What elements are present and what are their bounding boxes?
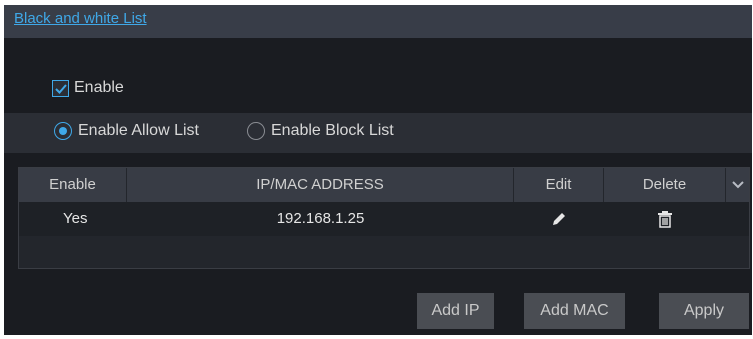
add-mac-button[interactable]: Add MAC <box>524 293 625 329</box>
allow-list-label: Enable Allow List <box>78 122 199 139</box>
allow-list-option[interactable]: Enable Allow List <box>54 122 199 140</box>
header-edit: Edit <box>514 168 604 202</box>
table-row[interactable]: Yes 192.168.1.25 <box>19 202 749 236</box>
edit-cell <box>514 202 604 236</box>
check-icon <box>55 83 67 94</box>
delete-cell <box>604 202 726 236</box>
table-header: Enable IP/MAC ADDRESS Edit Delete <box>19 168 749 202</box>
block-list-radio[interactable] <box>247 122 265 140</box>
block-list-option[interactable]: Enable Block List <box>247 122 394 140</box>
trash-icon[interactable] <box>657 202 673 236</box>
add-ip-button[interactable]: Add IP <box>417 293 494 329</box>
enable-row: Enable <box>52 77 124 99</box>
block-list-label: Enable Block List <box>271 122 394 139</box>
header-delete: Delete <box>604 168 726 202</box>
black-white-list-panel: Black and white List Enable Enable Allow… <box>4 5 752 335</box>
row-address-value: 192.168.1.25 <box>276 210 365 227</box>
pencil-icon[interactable] <box>550 202 568 236</box>
header-enable: Enable <box>19 168 127 202</box>
chevron-down-icon[interactable] <box>726 168 749 202</box>
table-empty-row <box>19 236 749 268</box>
allow-list-radio[interactable] <box>54 122 72 140</box>
title-bar: Black and white List <box>4 5 752 38</box>
apply-button[interactable]: Apply <box>659 293 749 329</box>
enable-checkbox[interactable] <box>52 79 69 97</box>
list-mode-bar: Enable Allow List Enable Block List <box>4 113 752 153</box>
enable-label: Enable <box>74 79 124 96</box>
page-title-link[interactable]: Black and white List <box>14 10 147 27</box>
header-address: IP/MAC ADDRESS <box>127 168 514 202</box>
row-enable-value: Yes <box>63 210 88 227</box>
address-table: Enable IP/MAC ADDRESS Edit Delete Yes 19… <box>18 167 750 269</box>
